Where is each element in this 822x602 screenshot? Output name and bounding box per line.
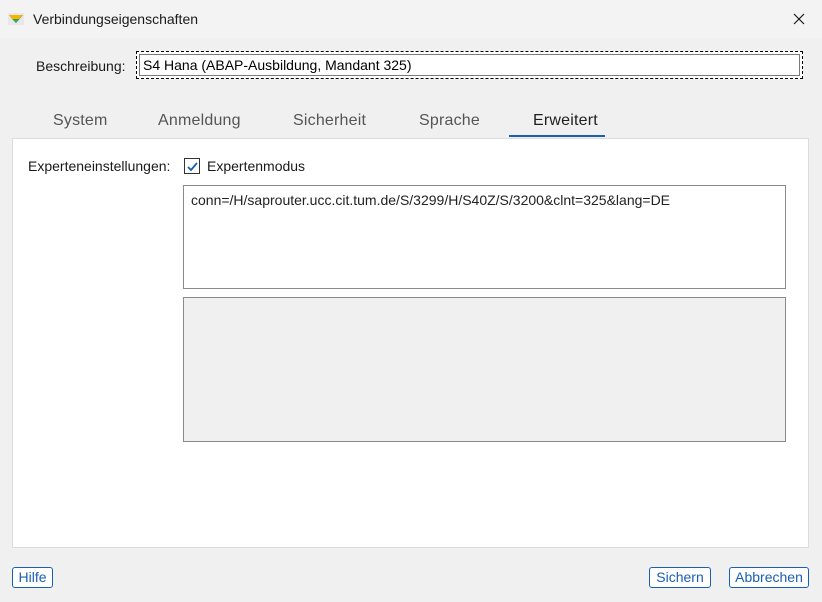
connection-string-input[interactable]: conn=/H/saprouter.ucc.cit.tum.de/S/3299/… bbox=[183, 185, 786, 289]
tab-system[interactable]: System bbox=[53, 112, 108, 130]
expert-mode-checkbox[interactable] bbox=[184, 158, 200, 174]
close-icon bbox=[793, 13, 805, 25]
active-tab-indicator bbox=[509, 135, 605, 137]
close-button[interactable] bbox=[776, 0, 822, 38]
title-bar: Verbindungseigenschaften bbox=[0, 0, 822, 38]
sap-logon-icon bbox=[8, 13, 24, 25]
tab-bar: System Anmeldung Sicherheit Sprache Erwe… bbox=[12, 104, 810, 138]
help-button[interactable]: Hilfe bbox=[12, 567, 53, 588]
tab-anmeldung[interactable]: Anmeldung bbox=[158, 112, 241, 130]
tab-sprache[interactable]: Sprache bbox=[419, 112, 480, 130]
checkmark-icon bbox=[186, 161, 198, 171]
tab-sicherheit[interactable]: Sicherheit bbox=[293, 112, 366, 130]
readonly-info-area bbox=[183, 297, 786, 442]
cancel-button[interactable]: Abbrechen bbox=[729, 567, 809, 588]
window-title: Verbindungseigenschaften bbox=[33, 11, 199, 27]
tab-erweitert[interactable]: Erweitert bbox=[533, 112, 598, 130]
connection-properties-dialog: Verbindungseigenschaften Beschreibung: S… bbox=[0, 0, 822, 602]
description-label: Beschreibung: bbox=[36, 58, 126, 74]
save-button[interactable]: Sichern bbox=[649, 567, 711, 588]
description-input[interactable] bbox=[139, 54, 800, 76]
expert-settings-label: Experteneinstellungen: bbox=[28, 158, 171, 174]
expert-mode-label[interactable]: Expertenmodus bbox=[207, 158, 305, 174]
description-field-focus bbox=[136, 51, 803, 79]
